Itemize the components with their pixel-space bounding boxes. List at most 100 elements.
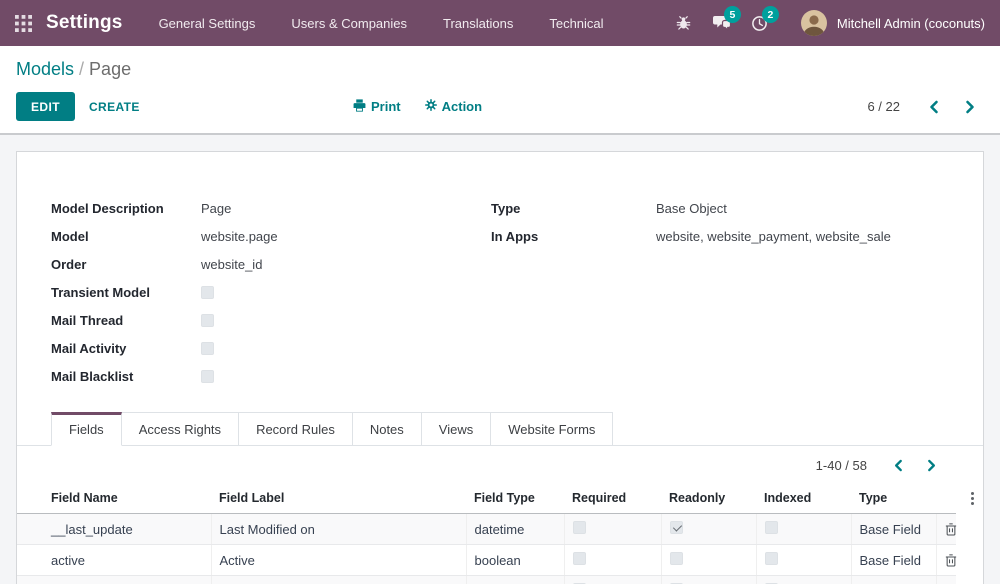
required-checkbox[interactable] [573, 521, 586, 534]
field-value: website.page [201, 229, 278, 244]
pager-previous-icon[interactable] [922, 98, 945, 116]
control-panel: Models/Page EDIT CREATE Print [0, 46, 1000, 135]
table-row[interactable]: arch View Architecture text Base Field [17, 576, 956, 584]
delete-row-icon[interactable] [945, 553, 957, 567]
field-type: Type Base Object [491, 194, 983, 222]
menu-technical[interactable]: Technical [549, 16, 603, 31]
cell-field-label[interactable]: Last Modified on [211, 514, 466, 545]
column-readonly[interactable]: Readonly [661, 483, 756, 514]
column-indexed[interactable]: Indexed [756, 483, 851, 514]
edit-button[interactable]: EDIT [16, 92, 75, 121]
apps-grid-icon[interactable] [15, 15, 32, 32]
column-field-name[interactable]: Field Name [17, 483, 211, 514]
top-navbar: Settings General Settings Users & Compan… [0, 0, 1000, 46]
field-transient-model: Transient Model [51, 278, 491, 306]
table-row[interactable]: __last_update Last Modified on datetime … [17, 514, 956, 545]
optional-columns-toggle-icon[interactable] [971, 492, 974, 505]
field-label: Mail Thread [51, 313, 201, 328]
navbar-menus: General Settings Users & Companies Trans… [159, 16, 604, 31]
form-right-column: Type Base Object In Apps website, websit… [491, 194, 983, 390]
field-value: Base Object [656, 201, 727, 216]
transient-model-checkbox[interactable] [201, 286, 214, 299]
cell-field-name[interactable]: __last_update [17, 514, 211, 545]
field-model: Model website.page [51, 222, 491, 250]
indexed-checkbox[interactable] [765, 521, 778, 534]
form-view: Model Description Page Model website.pag… [0, 135, 1000, 584]
field-label: Model Description [51, 201, 201, 216]
field-mail-thread: Mail Thread [51, 306, 491, 334]
list-pager: 1-40 / 58 [17, 446, 983, 483]
gear-icon [425, 99, 437, 114]
messages-icon[interactable]: 5 [707, 8, 737, 38]
breadcrumb-current: Page [89, 59, 131, 79]
messages-badge: 5 [724, 6, 741, 23]
cell-field-label[interactable]: Active [211, 545, 466, 576]
pager-next-icon[interactable] [959, 98, 982, 116]
column-field-label[interactable]: Field Label [211, 483, 466, 514]
field-label: Order [51, 257, 201, 272]
field-label: Transient Model [51, 285, 201, 300]
delete-row-icon[interactable] [945, 522, 957, 536]
cell-type[interactable]: Base Field [851, 514, 936, 545]
list-pager-value: 1-40 / 58 [816, 458, 867, 473]
readonly-checkbox[interactable] [670, 552, 683, 565]
tab-access-rights[interactable]: Access Rights [122, 412, 239, 445]
column-field-type[interactable]: Field Type [466, 483, 564, 514]
list-header-row: Field Name Field Label Field Type Requir… [17, 483, 956, 514]
field-mail-activity: Mail Activity [51, 334, 491, 362]
tab-fields[interactable]: Fields [51, 412, 122, 446]
mail-thread-checkbox[interactable] [201, 314, 214, 327]
control-panel-actions: Print Action [353, 92, 482, 121]
cell-field-type[interactable]: datetime [466, 514, 564, 545]
cell-type[interactable]: Base Field [851, 576, 936, 584]
tab-record-rules[interactable]: Record Rules [239, 412, 353, 445]
mail-activity-checkbox[interactable] [201, 342, 214, 355]
cell-field-label[interactable]: View Architecture [211, 576, 466, 584]
column-required[interactable]: Required [564, 483, 661, 514]
form-left-column: Model Description Page Model website.pag… [51, 194, 491, 390]
field-label: In Apps [491, 229, 656, 244]
action-menu-button[interactable]: Action [425, 99, 482, 114]
cell-field-name[interactable]: arch [17, 576, 211, 584]
menu-general-settings[interactable]: General Settings [159, 16, 256, 31]
table-row[interactable]: active Active boolean Base Field [17, 545, 956, 576]
field-model-description: Model Description Page [51, 194, 491, 222]
tab-website-forms[interactable]: Website Forms [491, 412, 613, 445]
user-avatar[interactable] [801, 10, 827, 36]
breadcrumb-models[interactable]: Models [16, 59, 74, 79]
create-button[interactable]: CREATE [75, 92, 154, 121]
field-value: website_id [201, 257, 262, 272]
record-pager: 6 / 22 [867, 92, 982, 121]
mail-blacklist-checkbox[interactable] [201, 370, 214, 383]
cell-field-name[interactable]: active [17, 545, 211, 576]
print-label: Print [371, 99, 401, 114]
menu-users-companies[interactable]: Users & Companies [291, 16, 407, 31]
menu-translations[interactable]: Translations [443, 16, 513, 31]
tab-views[interactable]: Views [422, 412, 491, 445]
breadcrumb: Models/Page [16, 59, 984, 80]
user-menu[interactable]: Mitchell Admin (coconuts) [837, 16, 985, 31]
print-menu-button[interactable]: Print [353, 99, 401, 115]
cell-field-type[interactable]: boolean [466, 545, 564, 576]
required-checkbox[interactable] [573, 552, 586, 565]
breadcrumb-separator: / [79, 59, 84, 79]
field-label: Model [51, 229, 201, 244]
list-pager-next-icon[interactable] [921, 457, 943, 474]
tab-notes[interactable]: Notes [353, 412, 422, 445]
list-pager-previous-icon[interactable] [887, 457, 909, 474]
readonly-checkbox[interactable] [670, 521, 683, 534]
pager-value: 6 / 22 [867, 99, 900, 114]
cell-field-type[interactable]: text [466, 576, 564, 584]
notebook-tabs: Fields Access Rights Record Rules Notes … [17, 412, 983, 446]
column-type[interactable]: Type [851, 483, 936, 514]
column-delete [936, 483, 956, 514]
activities-icon[interactable]: 2 [745, 8, 775, 38]
activities-badge: 2 [762, 6, 779, 23]
cell-type[interactable]: Base Field [851, 545, 936, 576]
field-label: Type [491, 201, 656, 216]
navbar-systray: 5 2 Mitchell Admin (coconuts) [669, 8, 985, 38]
debug-bug-icon[interactable] [669, 8, 699, 38]
field-mail-blacklist: Mail Blacklist [51, 362, 491, 390]
app-name[interactable]: Settings [46, 12, 123, 34]
indexed-checkbox[interactable] [765, 552, 778, 565]
